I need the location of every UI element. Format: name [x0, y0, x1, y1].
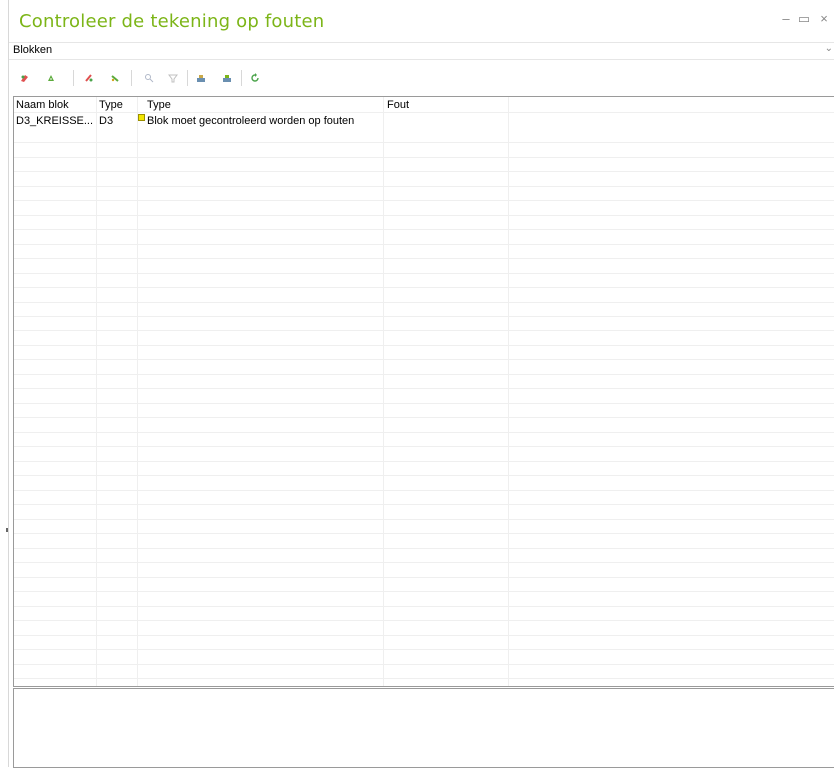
filter-icon[interactable]	[167, 72, 179, 84]
row-divider	[14, 490, 834, 491]
row-divider	[14, 606, 834, 607]
column-header-type[interactable]: Type	[99, 99, 123, 111]
row-divider	[14, 562, 834, 563]
row-divider	[14, 403, 834, 404]
row-divider	[14, 330, 834, 331]
details-panel	[13, 688, 834, 768]
print-preview-icon[interactable]	[221, 72, 233, 84]
row-divider	[14, 432, 834, 433]
toolbar-separator	[187, 70, 188, 86]
minimize-button[interactable]: –	[779, 12, 793, 26]
print-icon[interactable]	[195, 72, 207, 84]
toolbar-separator	[73, 70, 74, 86]
erase-green-icon[interactable]	[45, 72, 57, 84]
column-header-fout[interactable]: Fout	[387, 99, 409, 111]
resize-handle[interactable]	[6, 528, 8, 532]
row-divider	[14, 446, 834, 447]
close-button[interactable]: ×	[817, 12, 831, 26]
toolbar-separator	[241, 70, 242, 86]
row-divider	[14, 244, 834, 245]
row-divider	[14, 461, 834, 462]
row-divider	[14, 345, 834, 346]
row-divider	[14, 591, 834, 592]
title-bar: Controleer de tekening op fouten – ▭ ×	[9, 0, 834, 42]
category-dropdown[interactable]: Blokken ⌄	[9, 42, 834, 60]
errors-table[interactable]: Naam blok Type Type Fout D3_KREISSE... D…	[13, 96, 834, 687]
toolbar	[9, 64, 834, 90]
row-divider	[14, 273, 834, 274]
row-divider	[14, 548, 834, 549]
row-divider	[14, 519, 834, 520]
maximize-button[interactable]: ▭	[797, 12, 811, 26]
refresh-icon[interactable]	[249, 72, 261, 84]
row-divider	[14, 359, 834, 360]
cell-type: D3	[99, 115, 114, 127]
row-divider	[14, 200, 834, 201]
table-header: Naam blok Type Type Fout	[14, 97, 834, 111]
row-divider	[14, 417, 834, 418]
dropdown-value: Blokken	[13, 44, 53, 56]
row-divider	[14, 374, 834, 375]
row-divider	[14, 664, 834, 665]
row-divider	[14, 533, 834, 534]
select-green-icon[interactable]	[109, 72, 121, 84]
row-divider	[14, 635, 834, 636]
row-divider	[14, 229, 834, 230]
row-divider	[14, 577, 834, 578]
cell-naam-blok: D3_KREISSE...	[16, 115, 94, 127]
cell-omschrijving: Blok moet gecontroleerd worden op fouten	[147, 115, 355, 127]
row-divider	[14, 287, 834, 288]
dialog-window: Controleer de tekening op fouten – ▭ × B…	[8, 0, 834, 768]
column-header-type-omschrijving[interactable]: Type	[147, 99, 171, 111]
zoom-icon[interactable]	[143, 72, 155, 84]
row-divider	[14, 388, 834, 389]
select-red-icon[interactable]	[83, 72, 95, 84]
row-divider	[14, 142, 834, 143]
row-divider	[14, 215, 834, 216]
row-divider	[14, 620, 834, 621]
window-title: Controleer de tekening op fouten	[19, 11, 325, 32]
erase-red-icon[interactable]	[19, 72, 31, 84]
row-divider	[14, 157, 834, 158]
row-divider	[14, 171, 834, 172]
row-divider	[14, 258, 834, 259]
row-divider	[14, 649, 834, 650]
column-header-naam-blok[interactable]: Naam blok	[16, 99, 69, 111]
chevron-down-icon[interactable]: ⌄	[825, 43, 833, 54]
row-divider	[14, 504, 834, 505]
row-divider	[14, 186, 834, 187]
row-divider	[14, 302, 834, 303]
row-divider	[14, 112, 834, 113]
row-divider	[14, 678, 834, 679]
row-divider	[14, 316, 834, 317]
toolbar-separator	[131, 70, 132, 86]
status-marker-icon	[138, 114, 145, 121]
row-divider	[14, 475, 834, 476]
